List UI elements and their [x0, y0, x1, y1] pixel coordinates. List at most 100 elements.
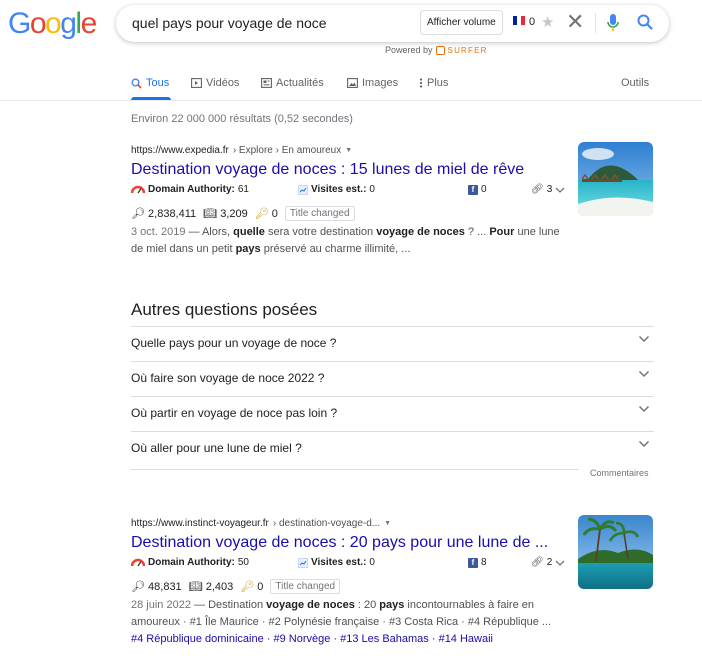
search-icon — [131, 78, 142, 89]
estimated-visits: Visites est.: 0 — [298, 184, 375, 195]
result-date: 3 oct. 2019 — [131, 226, 186, 238]
result-snippet: 3 oct. 2019 — Alors, quelle sera votre d… — [131, 224, 571, 258]
search-tabs: Tous Vidéos Actualités Images Plus Outil… — [0, 70, 702, 101]
link-icon: 🔗︎ — [531, 184, 544, 195]
link-count: 2 — [546, 557, 553, 568]
show-volume-button[interactable]: Afficher volume — [420, 10, 503, 35]
search-icon[interactable] — [636, 13, 654, 36]
tab-more[interactable]: Plus — [419, 77, 448, 89]
snippet-text: — Alors, quelle sera votre destination v… — [131, 226, 560, 255]
divider — [131, 469, 579, 470]
backlinks[interactable]: 🔗︎ 2 — [531, 557, 565, 568]
paa-question[interactable]: Où faire son voyage de noce 2022 ? — [131, 361, 654, 396]
facebook-shares: f 0 — [468, 184, 487, 195]
result-thumbnail[interactable] — [578, 515, 653, 589]
gauge-icon — [131, 185, 145, 194]
tab-news[interactable]: Actualités — [261, 77, 324, 89]
visits-value: 0 — [369, 184, 375, 195]
paa-question-text: Où partir en voyage de noce pas loin ? — [131, 406, 338, 420]
result-breadcrumb: › Explore › En amoureux — [232, 145, 342, 156]
paa-question[interactable]: Où aller pour une lune de miel ? — [131, 431, 654, 466]
tab-label: Actualités — [276, 77, 324, 89]
result-breadcrumb: › destination-voyage-d... — [272, 518, 381, 529]
estimated-visits: Visites est.: 0 — [298, 557, 375, 568]
star-icon[interactable]: ★ — [541, 13, 554, 31]
visits-label: Visites est.: — [311, 184, 367, 195]
metric-value: 0 — [271, 208, 278, 220]
book-metric: 📖︎ 2,403 — [188, 581, 234, 593]
facebook-count: 0 — [481, 184, 487, 195]
feedback-link[interactable]: Commentaires — [590, 468, 649, 478]
result-thumbnail[interactable] — [578, 142, 653, 216]
chart-icon — [298, 184, 308, 195]
tab-label: Tous — [146, 77, 170, 89]
tab-label: Images — [362, 77, 399, 89]
tab-label: Vidéos — [206, 77, 240, 89]
microphone-icon[interactable] — [606, 13, 620, 38]
paa-question[interactable]: Où partir en voyage de noce pas loin ? — [131, 396, 654, 431]
tools-button[interactable]: Outils — [621, 77, 649, 89]
key-icon: 🔑︎ — [240, 581, 255, 593]
caret-down-icon[interactable]: ▼ — [384, 520, 391, 527]
logo-letter: e — [80, 7, 98, 40]
result-sitelinks[interactable]: #4 République dominicaine · #9 Norvège ·… — [131, 631, 656, 647]
surfer-label: SURFER — [447, 45, 488, 55]
metric-value: 48,831 — [148, 581, 182, 593]
domain-authority: Domain Authority: 50 — [131, 557, 249, 568]
people-also-ask-heading: Autres questions posées — [131, 300, 318, 319]
da-value: 61 — [237, 184, 249, 195]
chevron-down-icon[interactable] — [555, 187, 565, 193]
tools-label: Outils — [621, 77, 650, 89]
key-metric: 🔑︎ 0 — [240, 580, 263, 593]
chart-icon — [298, 557, 308, 568]
tab-all[interactable]: Tous — [131, 77, 169, 89]
divider — [595, 13, 596, 33]
paa-question[interactable]: Quelle pays pour un voyage de noce ? — [131, 326, 654, 361]
link-icon: 🔗︎ — [531, 557, 544, 568]
result-date: 28 juin 2022 — [131, 599, 191, 611]
result-domain: https://www.expedia.fr — [131, 145, 229, 156]
volume-count: 0 — [529, 16, 536, 28]
paa-question-text: Quelle pays pour un voyage de noce ? — [131, 336, 337, 350]
facebook-icon: f — [468, 184, 478, 195]
caret-down-icon[interactable]: ▼ — [345, 147, 352, 154]
da-label: Domain Authority: — [148, 557, 235, 568]
chevron-down-icon[interactable] — [555, 560, 565, 566]
metric-value: 3,209 — [220, 208, 248, 220]
result-stats: Environ 22 000 000 résultats (0,52 secon… — [131, 113, 353, 125]
facebook-icon: f — [468, 557, 478, 568]
search-box[interactable]: quel pays pour voyage de noce Afficher v… — [116, 5, 669, 42]
tab-videos[interactable]: Vidéos — [191, 77, 239, 89]
clear-icon[interactable]: ✕ — [566, 9, 584, 35]
facebook-count: 8 — [481, 557, 487, 568]
chevron-down-icon[interactable] — [638, 335, 650, 343]
snippet-text: — Destination voyage de noces : 20 pays … — [131, 599, 552, 628]
powered-by-surfer: Powered by SURFER — [385, 45, 488, 55]
backlinks[interactable]: 🔗︎ 3 — [531, 184, 565, 195]
france-flag-icon — [513, 16, 525, 25]
image-icon — [347, 78, 358, 88]
metric-value: 2,838,411 — [148, 208, 197, 220]
search-volume: 🔎︎ 2,838,411 — [131, 208, 197, 220]
title-changed-badge: Title changed — [270, 579, 341, 594]
da-value: 50 — [237, 557, 249, 568]
chevron-down-icon[interactable] — [638, 370, 650, 378]
tab-images[interactable]: Images — [347, 77, 398, 89]
google-logo[interactable]: Google — [8, 7, 98, 40]
result-domain: https://www.instinct-voyageur.fr — [131, 518, 269, 529]
metric-value: 0 — [257, 581, 264, 593]
search-input[interactable]: quel pays pour voyage de noce — [132, 15, 327, 31]
chevron-down-icon[interactable] — [638, 405, 650, 413]
logo-letter: o — [45, 7, 62, 40]
news-icon — [261, 78, 272, 88]
key-icon: 🔑︎ — [254, 208, 269, 220]
chevron-down-icon[interactable] — [638, 440, 650, 448]
domain-authority: Domain Authority: 61 — [131, 184, 249, 195]
book-metric: 📖︎ 3,209 — [203, 208, 248, 220]
active-tab-indicator — [131, 97, 171, 100]
logo-letter: o — [29, 7, 47, 40]
logo-letter: G — [8, 7, 31, 40]
search-volume: 🔎︎ 48,831 — [131, 581, 182, 593]
gauge-icon — [131, 558, 145, 567]
paa-question-text: Où faire son voyage de noce 2022 ? — [131, 371, 325, 385]
